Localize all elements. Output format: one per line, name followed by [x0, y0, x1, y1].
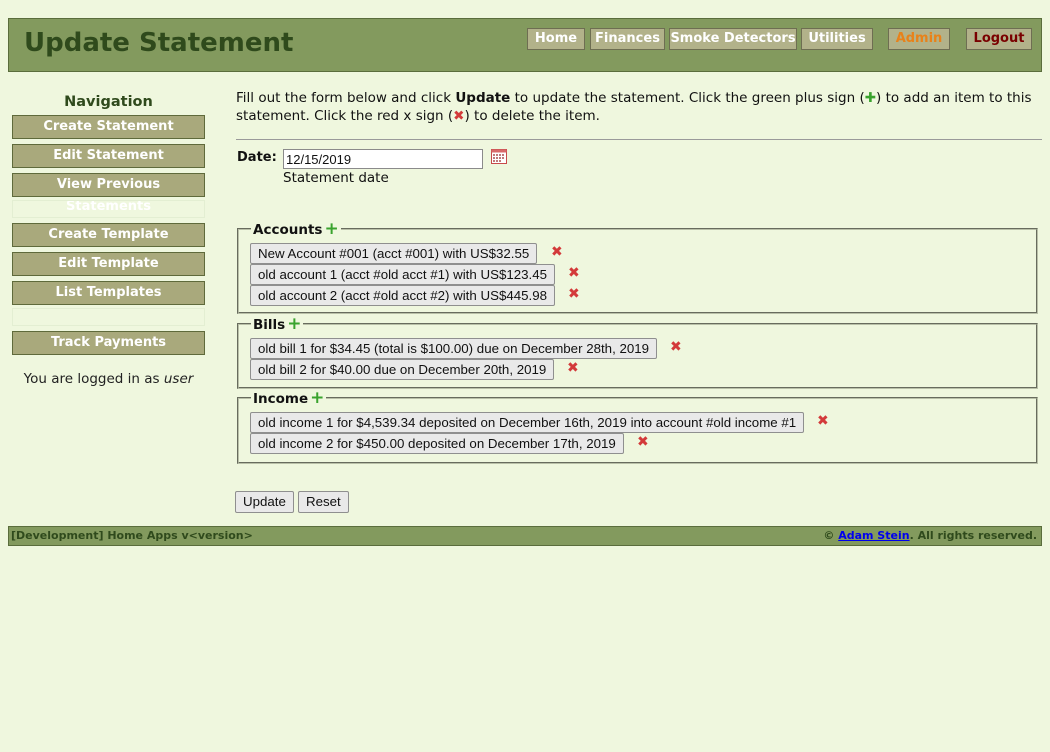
date-input[interactable]	[283, 149, 483, 169]
logged-in-username: user	[163, 371, 194, 387]
nav-logout-button[interactable]: Logout	[966, 28, 1032, 50]
instructions-update-word: Update	[455, 90, 511, 106]
footer-bar: [Development] Home Apps v<version> © Ada…	[8, 526, 1042, 546]
author-link[interactable]: Adam Stein	[838, 529, 909, 542]
sidebar-item-create-template[interactable]: Create Template	[12, 223, 205, 247]
account-item-button[interactable]: old account 1 (acct #old acct #1) with U…	[250, 264, 556, 285]
navigation-heading: Navigation	[64, 94, 153, 110]
copyright-text: © Adam Stein. All rights reserved.	[823, 529, 1037, 542]
logged-in-status: You are logged in as user	[12, 371, 205, 387]
date-help-text: Statement date	[283, 170, 389, 186]
copyright-symbol: ©	[823, 529, 835, 542]
sidebar-item-edit-template[interactable]: Edit Template	[12, 252, 205, 276]
sidebar-spacer	[12, 308, 205, 326]
page-title: Update Statement	[24, 28, 294, 58]
income-item-button[interactable]: old income 2 for $450.00 deposited on De…	[250, 433, 624, 454]
bills-fieldset: Bills + old bill 1 for $34.45 (total is $…	[237, 316, 1038, 389]
add-account-plus-icon[interactable]: +	[324, 219, 338, 239]
sidebar-item-create-statement[interactable]: Create Statement	[12, 115, 205, 139]
instructions-text: Fill out the form below and click Update…	[236, 89, 1048, 125]
logged-in-label: You are logged in as	[23, 371, 164, 387]
plus-icon: ✚	[864, 90, 877, 106]
instructions-part: to update the statement. Click the green…	[510, 90, 865, 106]
update-button[interactable]: Update	[235, 491, 294, 513]
instructions-part: Fill out the form below and click	[236, 90, 456, 106]
delete-x-icon[interactable]: ✖	[551, 245, 563, 259]
nav-home-button[interactable]: Home	[527, 28, 585, 50]
sidebar-item-list-templates[interactable]: List Templates	[12, 281, 205, 305]
delete-x-icon[interactable]: ✖	[817, 414, 829, 428]
nav-utilities-button[interactable]: Utilities	[801, 28, 873, 50]
sidebar-item-view-previous-statements[interactable]: View Previous Statements	[12, 173, 205, 214]
nav-finances-button[interactable]: Finances	[590, 28, 665, 50]
income-fieldset: Income + old income 1 for $4,539.34 depos…	[237, 390, 1038, 464]
add-income-plus-icon[interactable]: +	[310, 388, 324, 408]
date-label: Date:	[237, 150, 277, 165]
sidebar-item-edit-statement[interactable]: Edit Statement	[12, 144, 205, 168]
account-item-button[interactable]: old account 2 (acct #old acct #2) with U…	[250, 285, 556, 306]
accounts-legend-label: Accounts	[253, 222, 323, 238]
bill-item-button[interactable]: old bill 1 for $34.45 (total is $100.00)…	[250, 338, 658, 359]
bills-legend: Bills +	[251, 314, 304, 334]
bill-item-button[interactable]: old bill 2 for $40.00 due on December 20…	[250, 359, 555, 380]
sidebar-spacer	[12, 200, 205, 218]
delete-x-icon[interactable]: ✖	[567, 361, 579, 375]
rights-text: . All rights reserved.	[909, 529, 1037, 542]
instructions-part: ) to delete the item.	[464, 108, 600, 124]
version-text: [Development] Home Apps v<version>	[11, 529, 253, 542]
income-legend: Income +	[251, 388, 327, 408]
x-icon: ✖	[453, 108, 465, 124]
income-legend-label: Income	[253, 391, 309, 407]
delete-x-icon[interactable]: ✖	[568, 266, 580, 280]
accounts-fieldset: Accounts + New Account #001 (acct #001) w…	[237, 221, 1038, 314]
add-bill-plus-icon[interactable]: +	[287, 314, 301, 334]
bills-legend-label: Bills	[253, 317, 286, 333]
nav-admin-button[interactable]: Admin	[888, 28, 950, 50]
accounts-legend: Accounts +	[251, 221, 341, 238]
delete-x-icon[interactable]: ✖	[568, 287, 580, 301]
divider	[236, 139, 1042, 140]
reset-button[interactable]: Reset	[298, 491, 349, 513]
calendar-icon[interactable]	[491, 149, 507, 164]
delete-x-icon[interactable]: ✖	[637, 435, 649, 449]
account-item-button[interactable]: New Account #001 (acct #001) with US$32.…	[250, 243, 538, 264]
nav-smoke-detectors-button[interactable]: Smoke Detectors	[669, 28, 797, 50]
header-bar: Update Statement Home Finances Smoke Det…	[8, 18, 1042, 72]
sidebar-item-track-payments[interactable]: Track Payments	[12, 331, 205, 355]
income-item-button[interactable]: old income 1 for $4,539.34 deposited on …	[250, 412, 805, 433]
delete-x-icon[interactable]: ✖	[670, 340, 682, 354]
